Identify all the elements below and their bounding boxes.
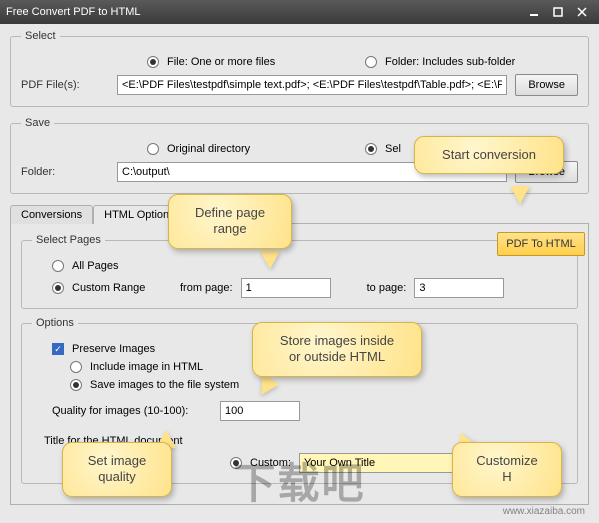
from-page-label: from page: <box>180 282 233 294</box>
original-dir-label: Original directory <box>167 143 357 155</box>
quality-label: Quality for images (10-100): <box>52 405 212 417</box>
select-dir-label: Sel <box>385 143 401 155</box>
custom-title-label: Custom: <box>250 457 291 469</box>
minimize-button[interactable] <box>523 4 545 20</box>
tab-conversions[interactable]: Conversions <box>10 205 93 224</box>
select-group: Select File: One or more files Folder: I… <box>10 30 589 107</box>
window-title: Free Convert PDF to HTML <box>6 6 140 18</box>
options-legend: Options <box>32 317 78 329</box>
callout-start: Start conversion <box>414 136 564 174</box>
from-page-input[interactable] <box>241 278 331 298</box>
preserve-images-checkbox[interactable] <box>52 343 64 355</box>
custom-range-radio[interactable] <box>52 282 64 294</box>
folder-radio[interactable] <box>365 56 377 68</box>
pdf-files-input[interactable] <box>117 75 507 95</box>
include-image-label: Include image in HTML <box>90 361 203 373</box>
all-pages-label: All Pages <box>72 260 118 272</box>
callout-custom: Customize H <box>452 442 562 497</box>
save-images-fs-label: Save images to the file system <box>90 379 239 391</box>
to-page-label: to page: <box>367 282 407 294</box>
pdf-files-label: PDF File(s): <box>21 79 109 91</box>
save-images-fs-radio[interactable] <box>70 379 82 391</box>
folder-label: Folder: <box>21 166 109 178</box>
file-radio[interactable] <box>147 56 159 68</box>
save-legend: Save <box>21 117 54 129</box>
callout-range-tail <box>260 251 280 269</box>
custom-title-input[interactable] <box>299 453 469 473</box>
browse-files-button[interactable]: Browse <box>515 74 578 96</box>
preserve-images-label: Preserve Images <box>72 343 155 355</box>
close-button[interactable] <box>571 4 593 20</box>
tabs: Conversions HTML Options <box>10 204 589 223</box>
include-image-radio[interactable] <box>70 361 82 373</box>
select-dir-radio[interactable] <box>365 143 377 155</box>
callout-quality: Set image quality <box>62 442 172 497</box>
titlebar: Free Convert PDF to HTML <box>0 0 599 24</box>
folder-radio-label: Folder: Includes sub-folder <box>385 56 515 68</box>
custom-title-radio[interactable] <box>230 457 242 469</box>
file-radio-label: File: One or more files <box>167 56 357 68</box>
to-page-input[interactable] <box>414 278 504 298</box>
maximize-button[interactable] <box>547 4 569 20</box>
select-pages-legend: Select Pages <box>32 234 105 246</box>
original-dir-radio[interactable] <box>147 143 159 155</box>
select-pages-group: Select Pages All Pages Custom Range from… <box>21 234 578 309</box>
quality-input[interactable] <box>220 401 300 421</box>
select-legend: Select <box>21 30 60 42</box>
pdf-to-html-button[interactable]: PDF To HTML <box>497 232 585 256</box>
custom-range-label: Custom Range <box>72 282 172 294</box>
all-pages-radio[interactable] <box>52 260 64 272</box>
callout-start-tail <box>510 186 530 204</box>
callout-range: Define page range <box>168 194 292 249</box>
callout-store: Store images inside or outside HTML <box>252 322 422 377</box>
